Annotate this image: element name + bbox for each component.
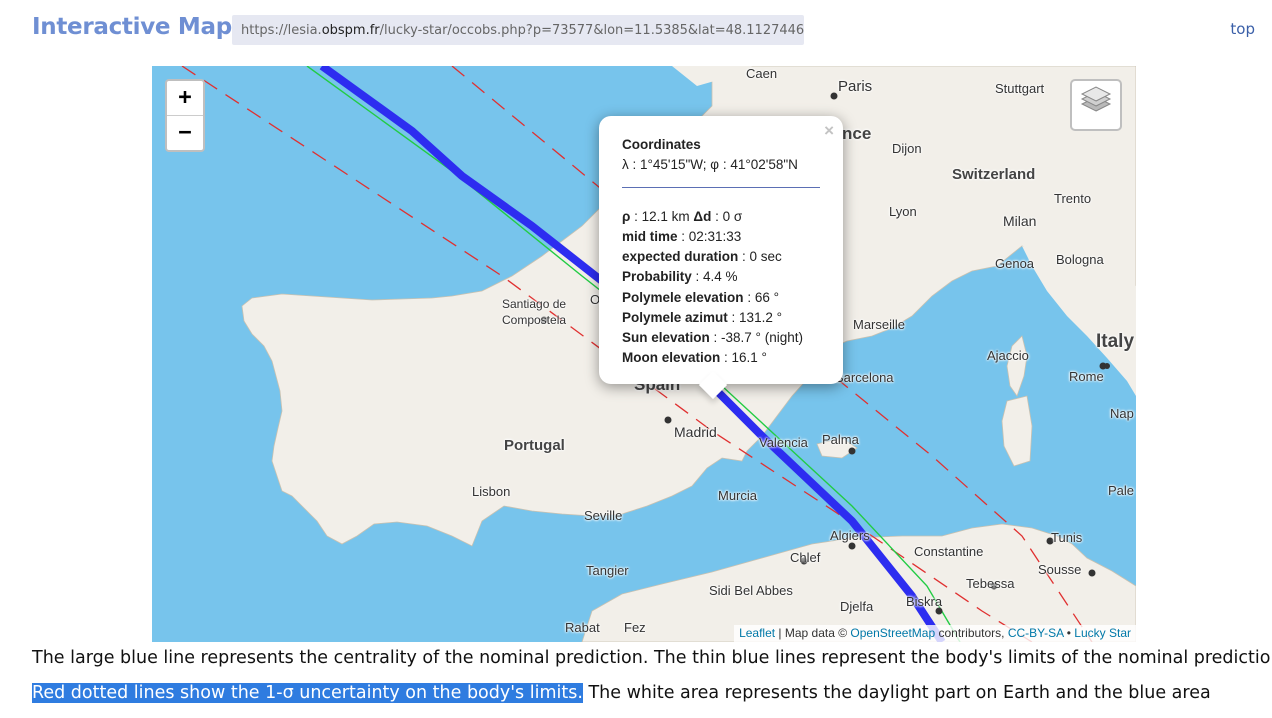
url-domain: obspm.fr bbox=[321, 23, 380, 38]
label-rome: Rome bbox=[1069, 369, 1104, 384]
map-attribution: Leaflet | Map data © OpenStreetMap contr… bbox=[734, 625, 1136, 642]
description-line-2: Red dotted lines show the 1-σ uncertaint… bbox=[32, 683, 1255, 703]
dd-label: Δd bbox=[693, 209, 712, 225]
info-popup: × Coordinates λ : 1°45'15"W; φ : 41°02'5… bbox=[599, 116, 843, 400]
label-tangier: Tangier bbox=[586, 563, 629, 578]
label-marseille: Marseille bbox=[853, 317, 906, 332]
label-lisbon: Lisbon bbox=[472, 484, 511, 499]
label-tunis: Tunis bbox=[1051, 530, 1083, 545]
url-suffix: /lucky-star/occobs.php?p=73577&lon=11.53… bbox=[379, 23, 804, 38]
page-title: Interactive Map bbox=[32, 14, 232, 40]
popup-divider bbox=[622, 187, 820, 189]
label-madrid: Madrid bbox=[674, 424, 717, 440]
row-label: mid time bbox=[622, 229, 678, 245]
popup-row: Probability : 4.4 % bbox=[622, 267, 820, 287]
label-fez: Fez bbox=[624, 620, 646, 635]
popup-row: Sun elevation : -38.7 ° (night) bbox=[622, 328, 820, 348]
label-santiago-1: Santiago de bbox=[502, 297, 567, 311]
label-milan: Milan bbox=[1003, 213, 1037, 229]
label-sousse: Sousse bbox=[1038, 562, 1082, 577]
popup-row: Polymele azimut : 131.2 ° bbox=[622, 308, 820, 328]
highlighted-text: Red dotted lines show the 1-σ uncertaint… bbox=[32, 683, 583, 703]
attribution-text: contributors, bbox=[935, 626, 1008, 640]
coordinates-value: λ : 1°45'15"W; φ : 41°02'58"N bbox=[622, 157, 798, 173]
label-constantine: Constantine bbox=[914, 544, 984, 559]
label-ajaccio: Ajaccio bbox=[987, 348, 1029, 363]
osm-link[interactable]: OpenStreetMap bbox=[850, 626, 935, 640]
label-portugal: Portugal bbox=[504, 437, 565, 454]
row-value: : 0 sec bbox=[738, 249, 782, 265]
label-bologna: Bologna bbox=[1056, 252, 1104, 267]
popup-close-button[interactable]: × bbox=[824, 121, 834, 141]
rho-value: : 12.1 km bbox=[630, 209, 694, 225]
attribution-separator: • bbox=[1063, 626, 1075, 640]
leaflet-link[interactable]: Leaflet bbox=[739, 626, 775, 640]
label-paris: Paris bbox=[838, 78, 873, 95]
label-nap: Nap bbox=[1110, 406, 1134, 421]
label-caen: Caen bbox=[746, 66, 778, 81]
label-lyon: Lyon bbox=[889, 204, 917, 219]
label-italy: Italy bbox=[1096, 331, 1135, 352]
attribution-text: | Map data © bbox=[775, 626, 851, 640]
url-field[interactable]: https://lesia.obspm.fr/lucky-star/occobs… bbox=[232, 15, 804, 45]
label-pale: Pale bbox=[1108, 483, 1135, 498]
row-label: expected duration bbox=[622, 249, 739, 265]
popup-row: mid time : 02:31:33 bbox=[622, 227, 820, 247]
description-line-1: The large blue line represents the centr… bbox=[32, 648, 1272, 668]
label-chlef: Chlef bbox=[790, 550, 821, 565]
layers-icon bbox=[1080, 86, 1112, 112]
top-link[interactable]: top bbox=[1230, 20, 1255, 38]
row-value: : -38.7 ° (night) bbox=[709, 329, 803, 345]
label-valencia: Valencia bbox=[759, 435, 808, 450]
label-biskra: Biskra bbox=[906, 594, 943, 609]
label-genoa: Genoa bbox=[995, 256, 1035, 271]
label-algiers: Algiers bbox=[830, 528, 870, 543]
row-value: : 02:31:33 bbox=[677, 229, 742, 245]
row-label: Polymele elevation bbox=[622, 289, 744, 305]
label-trento: Trento bbox=[1054, 191, 1092, 206]
row-label: Probability bbox=[622, 269, 692, 285]
zoom-control: + − bbox=[165, 79, 205, 152]
label-switzerland: Switzerland bbox=[952, 166, 1036, 183]
label-djelfa: Djelfa bbox=[840, 599, 874, 614]
url-prefix: https://lesia. bbox=[241, 23, 322, 38]
popup-row: Polymele elevation : 66 ° bbox=[622, 288, 820, 308]
zoom-out-button[interactable]: − bbox=[167, 115, 203, 150]
label-rabat: Rabat bbox=[565, 620, 600, 635]
rho-row: ρ : 12.1 km Δd : 0 σ bbox=[622, 207, 820, 227]
row-value: : 131.2 ° bbox=[727, 309, 782, 325]
label-france: nce bbox=[842, 124, 872, 143]
license-link[interactable]: CC-BY-SA bbox=[1008, 626, 1064, 640]
popup-row: Moon elevation : 16.1 ° bbox=[622, 348, 820, 368]
row-value: : 16.1 ° bbox=[720, 349, 767, 365]
lucky-star-link[interactable]: Lucky Star bbox=[1074, 626, 1131, 640]
land-corsica bbox=[1006, 335, 1028, 397]
label-tebessa: Tebessa bbox=[966, 576, 1015, 591]
zoom-in-button[interactable]: + bbox=[167, 81, 203, 115]
dd-value: : 0 σ bbox=[711, 209, 743, 225]
popup-row: expected duration : 0 sec bbox=[622, 247, 820, 267]
label-seville: Seville bbox=[584, 508, 623, 523]
label-murcia: Murcia bbox=[718, 488, 758, 503]
row-label: Polymele azimut bbox=[622, 309, 728, 325]
label-dijon: Dijon bbox=[892, 141, 922, 156]
row-label: Sun elevation bbox=[622, 329, 710, 345]
land-sardinia bbox=[1001, 395, 1033, 467]
row-label: Moon elevation bbox=[622, 349, 721, 365]
label-palma: Palma bbox=[822, 432, 859, 447]
label-stuttgart: Stuttgart bbox=[995, 81, 1045, 96]
description-rest: The white area represents the daylight p… bbox=[582, 683, 1211, 703]
label-barcelona: Barcelona bbox=[835, 370, 894, 385]
label-santiago-2: Compostela bbox=[502, 313, 567, 327]
interactive-map[interactable]: Caen Paris Stuttgart nce Dijon Switzerla… bbox=[152, 66, 1136, 642]
row-value: : 66 ° bbox=[743, 289, 779, 305]
label-sidi-bel-abbes: Sidi Bel Abbes bbox=[709, 583, 793, 598]
layers-button[interactable] bbox=[1070, 79, 1122, 131]
coordinates-title: Coordinates bbox=[622, 137, 701, 152]
row-value: : 4.4 % bbox=[691, 269, 738, 285]
